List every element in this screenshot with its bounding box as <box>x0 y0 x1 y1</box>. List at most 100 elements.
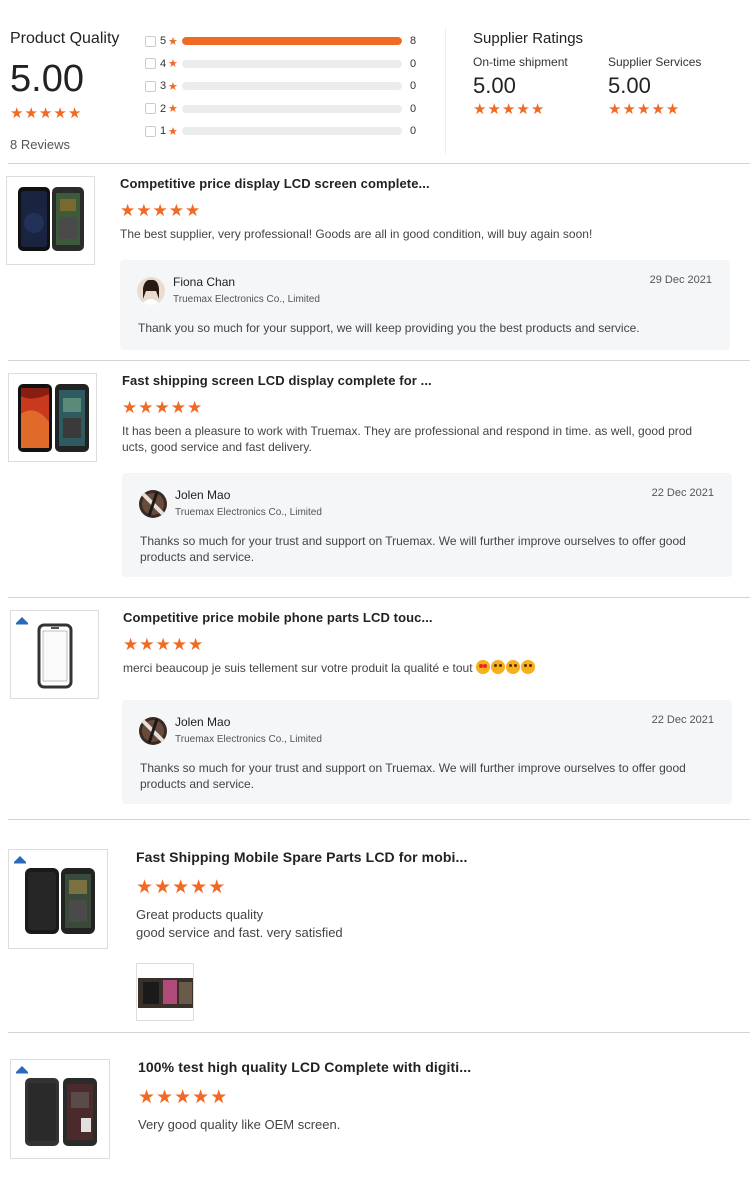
star-icon: ★ <box>24 105 38 122</box>
product-thumbnail[interactable] <box>10 1059 110 1159</box>
star-icon: ★ <box>120 201 136 220</box>
avatar <box>137 277 165 305</box>
reply-text-line: Thanks so much for your trust and suppor… <box>140 761 686 775</box>
brand-logo-icon <box>16 1066 28 1074</box>
rating-distribution: 5 ★ 8 4 ★ 0 3 ★ 0 2 ★ 0 1 ★ 0 <box>145 30 425 143</box>
product-thumbnail[interactable] <box>10 610 99 699</box>
star-icon: ★ <box>168 103 178 116</box>
star-icon: ★ <box>168 80 178 93</box>
on-time-label: On-time shipment <box>473 55 568 69</box>
review-photo[interactable] <box>136 963 194 1021</box>
services-score: 5.00 <box>608 73 651 98</box>
rating-bar <box>182 37 402 46</box>
review-text-line: Great products quality <box>136 907 264 922</box>
review-text-line: ucts, good service and fast delivery. <box>122 440 312 454</box>
star-icon: ★ <box>172 877 190 898</box>
reply-text-line: products and service. <box>140 777 255 791</box>
product-thumbnail[interactable] <box>8 849 108 949</box>
star-icon: ★ <box>622 101 636 118</box>
checkbox-icon[interactable] <box>145 80 156 92</box>
star-icon: ★ <box>501 101 516 118</box>
star-icon: ★ <box>154 877 172 898</box>
star-icon: ★ <box>174 1087 192 1108</box>
review-stars: ★★★★★ <box>136 878 226 898</box>
rating-summary: Product Quality 5.00 ★★★★★ 8 Reviews 5 ★ 8… <box>0 0 750 164</box>
kiss-emoji-icon <box>520 660 535 674</box>
star-icon: ★ <box>136 201 152 220</box>
product-quality-label: Product Quality <box>10 30 120 47</box>
review-text-trailing <box>536 661 539 675</box>
product-quality-stars: ★★★★★ <box>10 105 82 123</box>
on-time-shipment: On-time shipment 5.00 ★★★★★ <box>473 55 568 119</box>
rating-star-number: 2 <box>160 102 167 115</box>
rating-star-number: 5 <box>160 35 167 48</box>
product-title[interactable]: Fast shipping screen LCD display complet… <box>122 373 432 388</box>
product-title[interactable]: Fast Shipping Mobile Spare Parts LCD for… <box>136 849 468 865</box>
rating-star-number: 4 <box>160 57 167 70</box>
reply-date: 22 Dec 2021 <box>651 487 714 499</box>
star-icon: ★ <box>156 1087 174 1108</box>
heart-eyes-emoji-icon <box>475 660 490 674</box>
review-text: merci beaucoup je suis tellement sur vot… <box>123 660 539 676</box>
star-icon: ★ <box>152 201 168 220</box>
rating-row-3[interactable]: 3 ★ 0 <box>145 75 425 98</box>
star-icon: ★ <box>138 398 154 417</box>
review-stars: ★★★★★ <box>120 202 201 221</box>
star-icon: ★ <box>665 101 680 118</box>
star-icon: ★ <box>651 101 665 118</box>
star-icon: ★ <box>53 105 67 122</box>
star-icon: ★ <box>138 1087 156 1108</box>
rating-row-5[interactable]: 5 ★ 8 <box>145 30 425 53</box>
star-icon: ★ <box>122 398 138 417</box>
reply-company: Truemax Electronics Co., Limited <box>175 507 322 518</box>
checkbox-icon[interactable] <box>145 103 156 115</box>
checkbox-icon[interactable] <box>145 58 156 70</box>
reply-company: Truemax Electronics Co., Limited <box>175 734 322 745</box>
star-icon: ★ <box>188 635 204 654</box>
review-text: It has been a pleasure to work with True… <box>122 423 692 455</box>
star-icon: ★ <box>208 877 226 898</box>
services-stars: ★★★★★ <box>608 101 701 119</box>
star-icon: ★ <box>38 105 53 122</box>
review-item: Fast Shipping Mobile Spare Parts LCD for… <box>0 820 750 1032</box>
review-text: Great products quality good service and … <box>136 906 343 942</box>
rating-count: 0 <box>410 80 417 93</box>
supplier-services: Supplier Services 5.00 ★★★★★ <box>608 55 701 119</box>
avatar <box>139 490 167 518</box>
star-icon: ★ <box>155 635 171 654</box>
star-icon: ★ <box>168 125 178 138</box>
star-icon: ★ <box>187 398 203 417</box>
star-icon: ★ <box>10 105 24 122</box>
review-item: Competitive price display LCD screen com… <box>0 164 750 360</box>
rating-bar <box>182 127 402 136</box>
star-icon: ★ <box>139 635 155 654</box>
review-item: 100% test high quality LCD Complete with… <box>0 1033 750 1180</box>
star-icon: ★ <box>190 877 208 898</box>
star-icon: ★ <box>67 105 82 122</box>
kiss-emoji-icon <box>490 660 505 674</box>
rating-row-4[interactable]: 4 ★ 0 <box>145 53 425 76</box>
star-icon: ★ <box>210 1087 228 1108</box>
checkbox-icon[interactable] <box>145 35 156 47</box>
supplier-reply: Jolen Mao Truemax Electronics Co., Limit… <box>122 700 732 804</box>
on-time-stars: ★★★★★ <box>473 101 568 119</box>
star-icon: ★ <box>154 398 170 417</box>
review-stars: ★★★★★ <box>122 399 203 418</box>
rating-star-number: 1 <box>160 125 167 138</box>
services-label: Supplier Services <box>608 55 702 69</box>
star-icon: ★ <box>487 101 501 118</box>
rating-bar <box>182 82 402 91</box>
supplier-reply: Jolen Mao Truemax Electronics Co., Limit… <box>122 473 732 577</box>
checkbox-icon[interactable] <box>145 125 156 137</box>
product-title[interactable]: 100% test high quality LCD Complete with… <box>138 1059 471 1075</box>
reply-text: Thank you so much for your support, we w… <box>138 321 640 335</box>
reply-author: Jolen Mao <box>175 488 231 502</box>
review-text-line: It has been a pleasure to work with True… <box>122 424 693 438</box>
rating-row-1[interactable]: 1 ★ 0 <box>145 120 425 143</box>
rating-row-2[interactable]: 2 ★ 0 <box>145 98 425 121</box>
product-thumbnail[interactable] <box>8 373 97 462</box>
product-title[interactable]: Competitive price display LCD screen com… <box>120 176 430 191</box>
product-thumbnail[interactable] <box>6 176 95 265</box>
reply-date: 22 Dec 2021 <box>651 714 714 726</box>
product-title[interactable]: Competitive price mobile phone parts LCD… <box>123 610 433 625</box>
